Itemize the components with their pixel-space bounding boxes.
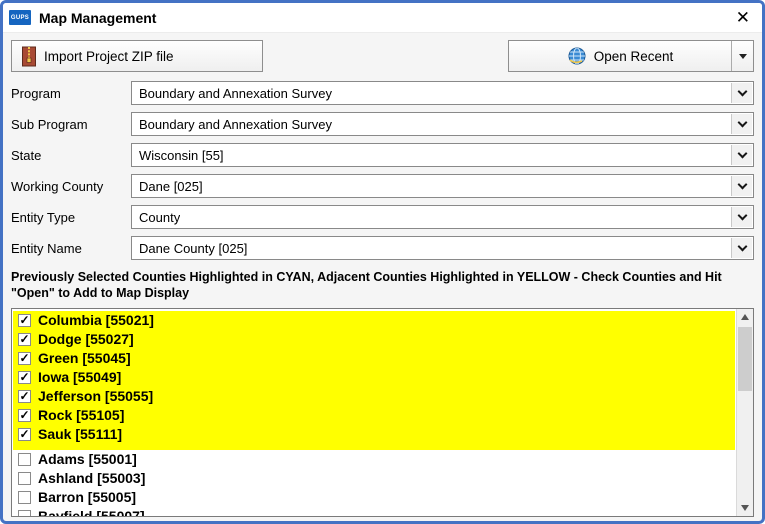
chevron-down-icon [737,210,747,220]
county-row[interactable]: Bayfield [55007] [13,507,735,517]
chevron-down-icon [737,179,747,189]
window-title: Map Management [39,10,156,26]
county-row[interactable]: ✓ Iowa [55049] [13,368,735,387]
county-row[interactable]: ✓ Sauk [55111] [13,425,735,444]
county-label: Adams [55001] [38,451,137,467]
sub-program-combo-arrow[interactable] [731,114,752,134]
sub-program-value: Boundary and Annexation Survey [139,117,332,132]
county-row[interactable]: ✓ Green [55045] [13,349,735,368]
county-row[interactable]: ✓ Rock [55105] [13,406,735,425]
working-county-combobox[interactable]: Dane [025] [131,174,754,198]
county-row[interactable]: ✓ Jefferson [55055] [13,387,735,406]
county-listbox[interactable]: ✓ Columbia [55021] ✓ Dodge [55027] ✓ Green [5… [11,308,754,518]
county-checkbox-unchecked[interactable] [18,491,31,504]
map-management-window: GUPS Map Management ✕ Import Project ZIP… [0,0,765,524]
county-label: Rock [55105] [38,407,124,423]
form-row-program: Program Boundary and Annexation Survey [11,81,754,105]
sub-program-label: Sub Program [11,117,131,132]
county-checkbox-checked[interactable]: ✓ [18,352,31,365]
county-checkbox-checked[interactable]: ✓ [18,390,31,403]
form-row-entity-type: Entity Type County [11,205,754,229]
working-county-combo-arrow[interactable] [731,176,752,196]
import-button-label: Import Project ZIP file [44,49,174,64]
open-recent-label: Open Recent [594,49,674,64]
county-row[interactable]: ✓ Columbia [55021] [13,311,735,330]
county-label: Iowa [55049] [38,369,121,385]
entity-name-value: Dane County [025] [139,241,247,256]
county-label: Jefferson [55055] [38,388,153,404]
gups-app-icon: GUPS [9,10,31,25]
county-checkbox-checked[interactable]: ✓ [18,314,31,327]
county-checkbox-checked[interactable]: ✓ [18,333,31,346]
globe-icon [567,46,587,66]
county-label: Ashland [55003] [38,470,145,486]
county-label: Sauk [55111] [38,426,122,442]
arrow-down-icon [741,505,749,511]
entity-type-combobox[interactable]: County [131,205,754,229]
instructions-text: Previously Selected Counties Highlighted… [3,267,762,308]
entity-name-combobox[interactable]: Dane County [025] [131,236,754,260]
close-button[interactable]: ✕ [736,9,750,26]
county-checkbox-unchecked[interactable] [18,472,31,485]
scroll-thumb[interactable] [738,327,752,391]
chevron-down-icon [739,54,747,59]
program-label: Program [11,86,131,101]
county-checkbox-unchecked[interactable] [18,453,31,466]
vertical-scrollbar[interactable] [736,309,753,517]
state-value: Wisconsin [55] [139,148,224,163]
zip-file-icon [21,46,39,67]
county-row[interactable]: Adams [55001] [13,450,735,469]
form-row-sub-program: Sub Program Boundary and Annexation Surv… [11,112,754,136]
open-recent-main[interactable]: Open Recent [509,41,731,71]
entity-type-combo-arrow[interactable] [731,207,752,227]
county-list[interactable]: ✓ Columbia [55021] ✓ Dodge [55027] ✓ Green [5… [13,311,735,517]
import-project-zip-button[interactable]: Import Project ZIP file [11,40,263,72]
sub-program-combobox[interactable]: Boundary and Annexation Survey [131,112,754,136]
working-county-label: Working County [11,179,131,194]
form-area: Program Boundary and Annexation Survey S… [3,81,762,267]
scroll-down-button[interactable] [737,499,753,516]
entity-name-combo-arrow[interactable] [731,238,752,258]
entity-type-label: Entity Type [11,210,131,225]
county-label: Columbia [55021] [38,312,154,328]
county-label: Green [55045] [38,350,131,366]
county-label: Barron [55005] [38,489,136,505]
county-row[interactable]: Ashland [55003] [13,469,735,488]
form-row-state: State Wisconsin [55] [11,143,754,167]
open-recent-button[interactable]: Open Recent [508,40,754,72]
entity-name-label: Entity Name [11,241,131,256]
county-label: Bayfield [55007] [38,508,145,516]
chevron-down-icon [737,148,747,158]
scroll-up-button[interactable] [737,309,753,326]
arrow-up-icon [741,314,749,320]
county-row[interactable]: ✓ Dodge [55027] [13,330,735,349]
program-value: Boundary and Annexation Survey [139,86,332,101]
titlebar[interactable]: GUPS Map Management ✕ [3,3,762,33]
chevron-down-icon [737,86,747,96]
working-county-value: Dane [025] [139,179,203,194]
chevron-down-icon [737,241,747,251]
toolbar: Import Project ZIP file Open Recent [3,33,762,81]
chevron-down-icon [737,117,747,127]
county-row[interactable]: Barron [55005] [13,488,735,507]
county-checkbox-checked[interactable]: ✓ [18,371,31,384]
state-combobox[interactable]: Wisconsin [55] [131,143,754,167]
county-label: Dodge [55027] [38,331,134,347]
program-combobox[interactable]: Boundary and Annexation Survey [131,81,754,105]
form-row-entity-name: Entity Name Dane County [025] [11,236,754,260]
county-checkbox-checked[interactable]: ✓ [18,428,31,441]
program-combo-arrow[interactable] [731,83,752,103]
open-recent-dropdown[interactable] [731,41,753,71]
entity-type-value: County [139,210,180,225]
form-row-working-county: Working County Dane [025] [11,174,754,198]
county-checkbox-unchecked[interactable] [18,510,31,517]
state-label: State [11,148,131,163]
county-checkbox-checked[interactable]: ✓ [18,409,31,422]
state-combo-arrow[interactable] [731,145,752,165]
